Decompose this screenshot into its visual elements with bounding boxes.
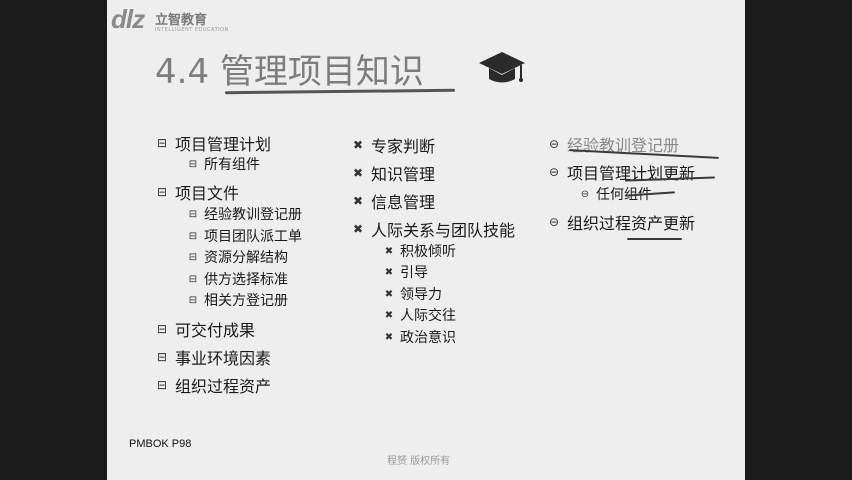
input-project-documents: ⊟ 项目文件: [155, 180, 239, 204]
item-label: 专家判断: [371, 137, 436, 156]
item-label: 政治意识: [400, 330, 456, 346]
item-label: 引导: [400, 265, 428, 281]
graduation-cap-icon: [479, 52, 525, 83]
input-deliverables: ⊟ 可交付成果: [155, 317, 255, 341]
output-opa-updates: ⊖ 组织过程资产更新: [547, 210, 695, 234]
arrow-box-icon: ⊟: [156, 136, 168, 150]
item-label: 组织过程资产更新: [567, 214, 696, 233]
arrow-box-icon: ⊟: [188, 230, 198, 242]
arrow-box-icon: ⊟: [156, 322, 168, 336]
item-label: 事业环境因素: [175, 349, 272, 368]
arrow-box-icon: ⊟: [188, 251, 198, 263]
output-project-management-plan-updates: ⊖ 项目管理计划更新: [547, 160, 695, 184]
output-arrow-icon: ⊖: [548, 215, 560, 229]
item-label: 供方选择标准: [204, 272, 288, 288]
input-lessons-learned-register: ⊟ 经验教训登记册: [187, 204, 302, 224]
input-enterprise-environmental-factors: ⊟ 事业环境因素: [155, 345, 271, 369]
annotation-underline: [627, 238, 682, 240]
tools-icon: ✖: [384, 288, 394, 300]
input-stakeholder-register: ⊟ 相关方登记册: [187, 290, 288, 310]
item-label: 可交付成果: [175, 321, 256, 340]
item-label: 人际关系与团队技能: [371, 221, 516, 240]
item-label: 领导力: [400, 287, 442, 303]
tool-information-management: ✖ 信息管理: [351, 189, 435, 213]
item-label: 经验教训登记册: [204, 207, 302, 223]
company-logo: dlz 立智教育 INTELLIGENT EDUCATION: [111, 4, 241, 38]
output-arrow-icon: ⊖: [548, 165, 560, 179]
item-label: 信息管理: [371, 193, 436, 212]
input-organizational-process-assets: ⊟ 组织过程资产: [155, 373, 271, 397]
input-resource-breakdown-structure: ⊟ 资源分解结构: [187, 247, 288, 267]
tool-networking: ✖ 人际交往: [383, 305, 456, 325]
item-label: 相关方登记册: [204, 293, 288, 309]
tool-facilitation: ✖ 引导: [383, 262, 428, 282]
slide: dlz 立智教育 INTELLIGENT EDUCATION 4.4 管理项目知…: [107, 0, 745, 480]
item-label: 项目文件: [175, 184, 240, 203]
input-source-selection-criteria: ⊟ 供方选择标准: [187, 269, 288, 289]
item-label: 所有组件: [204, 157, 260, 173]
tools-icon: ✖: [352, 166, 364, 180]
tool-leadership: ✖ 领导力: [383, 284, 442, 304]
tools-icon: ✖: [384, 331, 394, 343]
logo-name: 立智教育: [155, 13, 208, 28]
item-label: 项目管理计划: [175, 135, 272, 154]
item-label: 项目团队派工单: [204, 229, 302, 245]
arrow-box-icon: ⊟: [156, 185, 168, 199]
input-project-team-assignments: ⊟ 项目团队派工单: [187, 226, 302, 246]
arrow-box-icon: ⊟: [188, 273, 198, 285]
tools-icon: ✖: [384, 266, 394, 278]
arrow-box-icon: ⊟: [156, 378, 168, 392]
item-label: 积极倾听: [400, 244, 456, 260]
output-arrow-icon: ⊖: [548, 137, 560, 151]
arrow-box-icon: ⊟: [188, 294, 198, 306]
tool-active-listening: ✖ 积极倾听: [383, 241, 456, 261]
arrow-box-icon: ⊟: [188, 208, 198, 220]
tool-expert-judgment: ✖ 专家判断: [351, 133, 435, 157]
tool-political-awareness: ✖ 政治意识: [383, 327, 456, 347]
input-project-management-plan: ⊟ 项目管理计划: [155, 131, 271, 155]
tools-icon: ✖: [384, 245, 394, 257]
tools-icon: ✖: [352, 194, 364, 208]
logo-subtitle: INTELLIGENT EDUCATION: [155, 27, 229, 33]
tool-interpersonal-team-skills: ✖ 人际关系与团队技能: [351, 217, 515, 241]
watermark: 程赟 版权所有: [387, 456, 451, 467]
page-reference: PMBOK P98: [129, 438, 192, 450]
tool-knowledge-management: ✖ 知识管理: [351, 161, 435, 185]
logo-mark: dlz: [111, 4, 145, 34]
arrow-box-icon: ⊟: [156, 350, 168, 364]
item-label: 知识管理: [371, 165, 436, 184]
item-label: 组织过程资产: [175, 377, 272, 396]
item-label: 人际交往: [400, 308, 456, 324]
tools-icon: ✖: [384, 309, 394, 321]
item-label: 资源分解结构: [204, 250, 288, 266]
output-arrow-icon: ⊖: [580, 188, 590, 200]
page-title: 4.4 管理项目知识: [155, 52, 424, 92]
arrow-box-icon: ⊟: [188, 158, 198, 170]
tools-icon: ✖: [352, 222, 364, 236]
tools-icon: ✖: [352, 138, 364, 152]
input-all-components: ⊟ 所有组件: [187, 154, 260, 174]
